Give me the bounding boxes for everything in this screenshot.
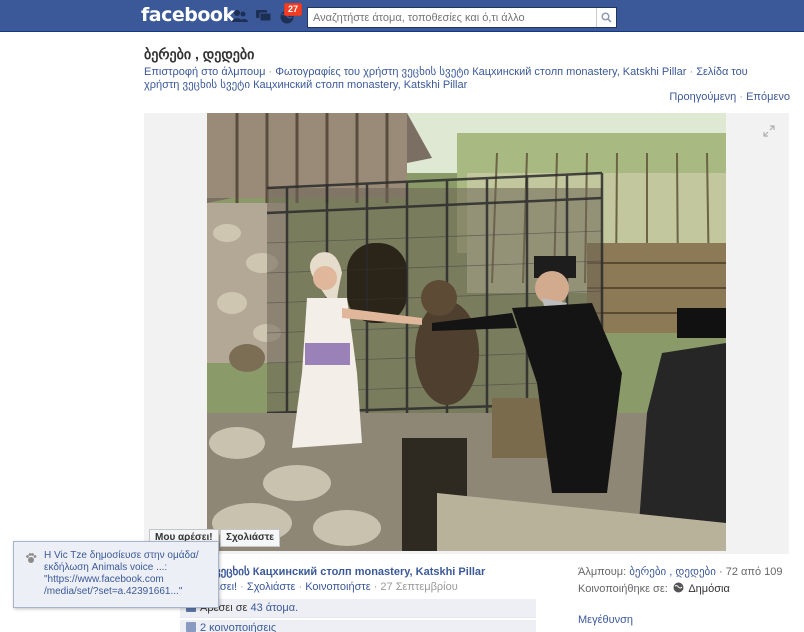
enlarge-link[interactable]: Μεγέθυνση [578,614,633,626]
notification-text[interactable]: Η Vic Tze δημοσίευσε στην ομάδα/εκδήλωση… [44,550,199,597]
privacy-info: Κοινοποιήθηκε σε: Δημόσια [578,582,730,595]
post-date[interactable]: 27 Σεπτεμβρίου [380,581,457,593]
search-icon [601,12,612,23]
separator: · [240,581,247,593]
shares-summary: 2 κοινοποιήσεις [180,620,536,632]
share-icon [186,622,196,632]
likes-count-link[interactable]: 43 άτομα. [250,602,298,614]
messages-icon[interactable] [256,9,272,23]
post-author-link[interactable]: ვეცხის Кацхинский столп monastery, Katsk… [215,565,485,578]
search-box [307,7,617,28]
globe-icon [673,582,684,593]
likes-summary: Αρέσει σε 43 άτομα. [180,599,536,618]
fullscreen-icon[interactable] [763,125,775,140]
photo-comment-button[interactable]: Σχολιάστε [220,529,281,547]
search-input[interactable] [308,8,592,27]
search-button[interactable] [596,8,616,27]
share-link[interactable]: Κοινοποιήστε [305,581,370,593]
comment-link[interactable]: Σχολιάστε [247,581,296,593]
album-label: Άλμπουμ: [578,566,627,578]
top-bar: facebook 27 [0,0,804,32]
post-actions: εσει! · Σχολιάστε · Κοινοποιήστε · 27 Σε… [215,581,458,593]
shared-label: Κοινοποιήθηκε σε: [578,583,668,595]
photos-of-user-link[interactable]: Φωτογραφίες του χρήστη ვეცხის სვეტი Кацх… [275,66,686,78]
next-photo-link[interactable]: Επόμενο [746,91,790,103]
breadcrumb: Επιστροφή στο άλμπουμ · Φωτογραφίες του … [144,66,764,92]
notification-popup[interactable]: Η Vic Tze δημοσίευσε στην ομάδα/εκδήλωση… [13,541,219,608]
album-title: ბერები , დედები [144,46,255,62]
album-info: Άλμπουμ: ბერები , დედები · 72 από 109 [578,565,783,578]
shared-value[interactable]: Δημόσια [688,583,730,595]
album-name-link[interactable]: ბერები , დედები [629,566,716,578]
shares-count-link[interactable]: 2 κοινοποιήσεις [200,622,276,632]
paw-icon [25,552,37,568]
photo[interactable] [207,113,726,551]
facebook-logo[interactable]: facebook [141,4,235,26]
photo-stage [144,113,789,554]
photo-image [207,113,726,551]
back-to-album-link[interactable]: Επιστροφή στο άλμπουμ [144,66,265,78]
previous-photo-link[interactable]: Προηγούμενη [669,91,736,103]
album-position: · 72 από 109 [719,566,783,578]
friend-requests-icon[interactable] [232,9,248,23]
notification-count-badge[interactable]: 27 [284,3,303,16]
photo-pager: Προηγούμενη · Επόμενο [669,91,790,103]
